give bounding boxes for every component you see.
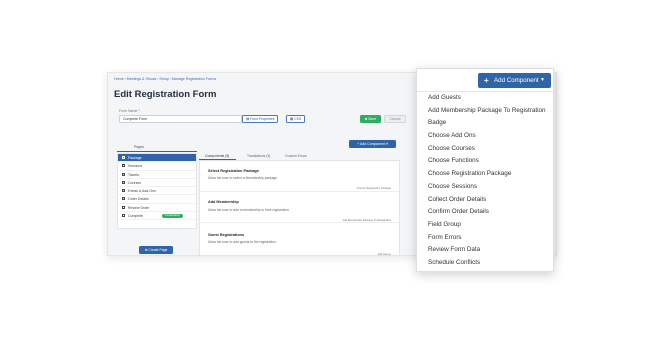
page-item-package[interactable]: Package [118,154,196,163]
page-title: Edit Registration Form [114,89,217,100]
drag-handle-icon[interactable] [122,164,125,168]
chevron-down-icon: ▼ [540,77,545,83]
breadcrumb-home[interactable]: Home [114,77,124,81]
plus-circle-icon: ⊕ [144,248,148,252]
menu-item-review-form-data[interactable]: Review Form Data [417,244,553,257]
page-item-extras[interactable]: Extras & Add-Ons [118,187,196,196]
menu-item-choose-add-ons[interactable]: Choose Add Ons [417,130,553,143]
confirmation-badge: Confirmation [162,214,183,218]
component-type: Add Guests [377,253,391,256]
menu-item-badge[interactable]: Badge [417,117,553,130]
plus-icon: + [357,142,360,146]
css-button[interactable]: ▦ CSS [286,115,306,123]
menu-item-confirm-order-details[interactable]: Confirm Order Details [417,206,553,219]
page-item-review-order[interactable]: Review Order [118,204,196,213]
breadcrumb: Home / Meetings & Shows / Setup / Manage… [114,77,217,81]
menu-item-choose-courses[interactable]: Choose Courses [417,143,553,156]
breadcrumb-setup[interactable]: Setup [159,77,168,81]
page-item-courses[interactable]: Courses [118,179,196,188]
component-menu: Add Guests Add Membership Package To Reg… [417,91,553,270]
menu-item-add-membership-package[interactable]: Add Membership Package To Registration [417,105,553,118]
page-item-order-details[interactable]: Order Details [118,195,196,204]
component-type: Add Membership Package To Registration [342,219,391,222]
component-description: Allow the user to add guests to the regi… [208,240,277,244]
menu-item-choose-registration-package[interactable]: Choose Registration Package [417,168,553,181]
component-card[interactable]: Add Membership Allow the user to add a m… [200,192,399,223]
component-title: Guest Registrations [208,233,245,237]
add-component-dropdown: + Add Component ▼ Add Guests Add Members… [416,68,554,272]
tab-translations[interactable]: Translations (3) [247,154,270,158]
component-type: Choose Registration Package [356,187,391,190]
pages-tab[interactable]: Pages [134,145,144,149]
create-page-button[interactable]: ⊕ Create Page [139,246,173,254]
component-card[interactable]: Select Registration Package Allow the us… [200,161,399,192]
page-item-tickets[interactable]: Tickets [118,171,196,179]
tab-components[interactable]: Components (3) [205,154,229,158]
component-card[interactable]: Guest Registrations Allow the user to ad… [200,223,399,256]
add-component-button-small[interactable]: + Add Component ▾ [349,140,396,148]
form-properties-button[interactable]: ▤ Form Properties [242,115,279,123]
save-icon: ■ [364,117,368,121]
component-title: Add Membership [208,200,239,204]
menu-item-add-guests[interactable]: Add Guests [417,92,553,105]
menu-item-form-errors[interactable]: Form Errors [417,232,553,245]
save-button[interactable]: ■ Save [360,115,381,123]
chevron-down-icon: ▾ [386,142,388,146]
plus-icon: + [484,76,489,85]
page-item-sessions[interactable]: Sessions [118,162,196,171]
component-title: Select Registration Package [208,169,259,173]
list-icon: ▤ [246,117,250,121]
drag-handle-icon[interactable] [122,189,125,193]
breadcrumb-manage-forms[interactable]: Manage Registration Forms [172,77,216,81]
menu-item-schedule-conflicts[interactable]: Schedule Conflicts [417,257,553,270]
breadcrumb-meetings[interactable]: Meetings & Shows [127,77,157,81]
components-panel: Select Registration Package Allow the us… [199,160,400,256]
form-name-label: Form Name * [119,109,140,113]
drag-handle-icon[interactable] [122,180,125,184]
menu-item-choose-functions[interactable]: Choose Functions [417,155,553,168]
component-description: Allow the user to add a membership to th… [208,208,290,212]
cancel-button[interactable]: Cancel [384,115,406,123]
menu-item-choose-sessions[interactable]: Choose Sessions [417,181,553,194]
form-name-input[interactable]: Complete Form [119,115,242,123]
drag-handle-icon[interactable] [122,172,125,176]
menu-item-field-group[interactable]: Field Group [417,219,553,232]
drag-handle-icon[interactable] [122,214,125,218]
drag-handle-icon[interactable] [122,197,125,201]
drag-handle-icon[interactable] [122,205,125,209]
pages-list: Package Sessions Tickets Courses Extras … [117,153,197,229]
menu-item-collect-order-details[interactable]: Collect Order Details [417,194,553,207]
pages-tab-underline [117,151,197,152]
code-icon: ▦ [290,117,294,121]
add-component-button[interactable]: + Add Component ▼ [478,73,551,88]
component-description: Allow the user to select a Membership pa… [208,176,279,180]
tab-custom-errors[interactable]: Custom Errors [285,154,307,158]
page-item-complete[interactable]: Complete Confirmation [118,212,196,221]
drag-handle-icon[interactable] [122,156,125,159]
